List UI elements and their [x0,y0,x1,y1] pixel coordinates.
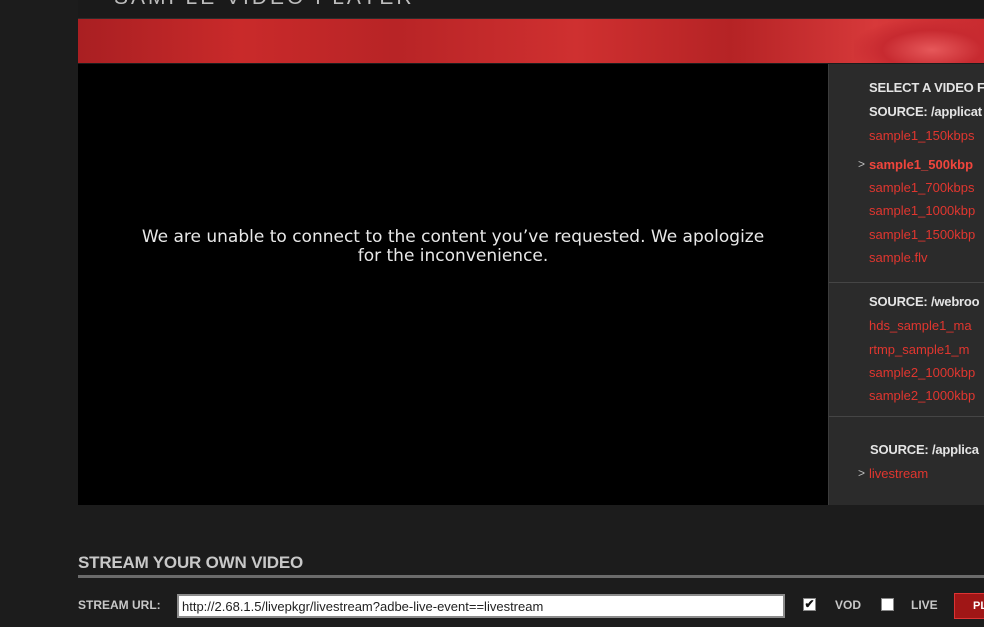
playlist-item-selected[interactable]: sample1_500kbp [869,157,973,172]
playlist-heading: SELECT A VIDEO F [869,80,984,95]
stream-url-label: STREAM URL: [78,598,161,612]
vod-label: VOD [835,598,862,612]
playlist-source-label: SOURCE: /webroo [869,294,980,309]
vod-checkbox[interactable]: ✔ [803,598,816,611]
playlist-item[interactable]: sample2_1000kbp [869,365,975,380]
playlist-item[interactable]: sample1_1500kbp [869,227,975,242]
playlist-item[interactable]: rtmp_sample1_m [869,342,969,357]
page-header: SAMPLE VIDEO PLAYER [78,0,984,19]
selected-marker-icon: > [858,157,866,171]
video-player[interactable]: We are unable to connect to the content … [78,64,828,505]
live-label: LIVE [911,598,938,612]
live-checkbox[interactable] [881,598,894,611]
playlist-item[interactable]: sample.flv [869,250,928,265]
playlist-section: SOURCE: /webroo hds_sample1_ma rtmp_samp… [829,283,984,417]
playlist-section: SELECT A VIDEO F SOURCE: /applicat sampl… [829,64,984,283]
playlist-source-label: SOURCE: /applica [870,442,979,457]
checkmark-icon: ✔ [804,597,815,611]
video-error-message: We are unable to connect to the content … [141,227,765,266]
playlist-section: SOURCE: /applica > livestream [829,417,984,505]
playlist-source-label: SOURCE: /applicat [869,104,982,119]
playlist-item[interactable]: hds_sample1_ma [869,318,972,333]
section-divider [78,575,984,578]
selected-marker-icon: > [858,466,866,480]
page-title: SAMPLE VIDEO PLAYER [114,0,415,10]
playlist-panel: SELECT A VIDEO F SOURCE: /applicat sampl… [828,64,984,505]
playlist-item-livestream[interactable]: livestream [869,466,928,481]
playlist-item[interactable]: sample2_1000kbp [869,388,975,403]
play-button[interactable]: PLAY [954,593,984,619]
playlist-item[interactable]: sample1_150kbps [869,128,975,143]
stream-section-heading: STREAM YOUR OWN VIDEO [78,553,304,572]
stream-url-input[interactable] [177,594,785,618]
playlist-item[interactable]: sample1_1000kbp [869,203,975,218]
header-banner [78,19,984,63]
playlist-item[interactable]: sample1_700kbps [869,180,975,195]
